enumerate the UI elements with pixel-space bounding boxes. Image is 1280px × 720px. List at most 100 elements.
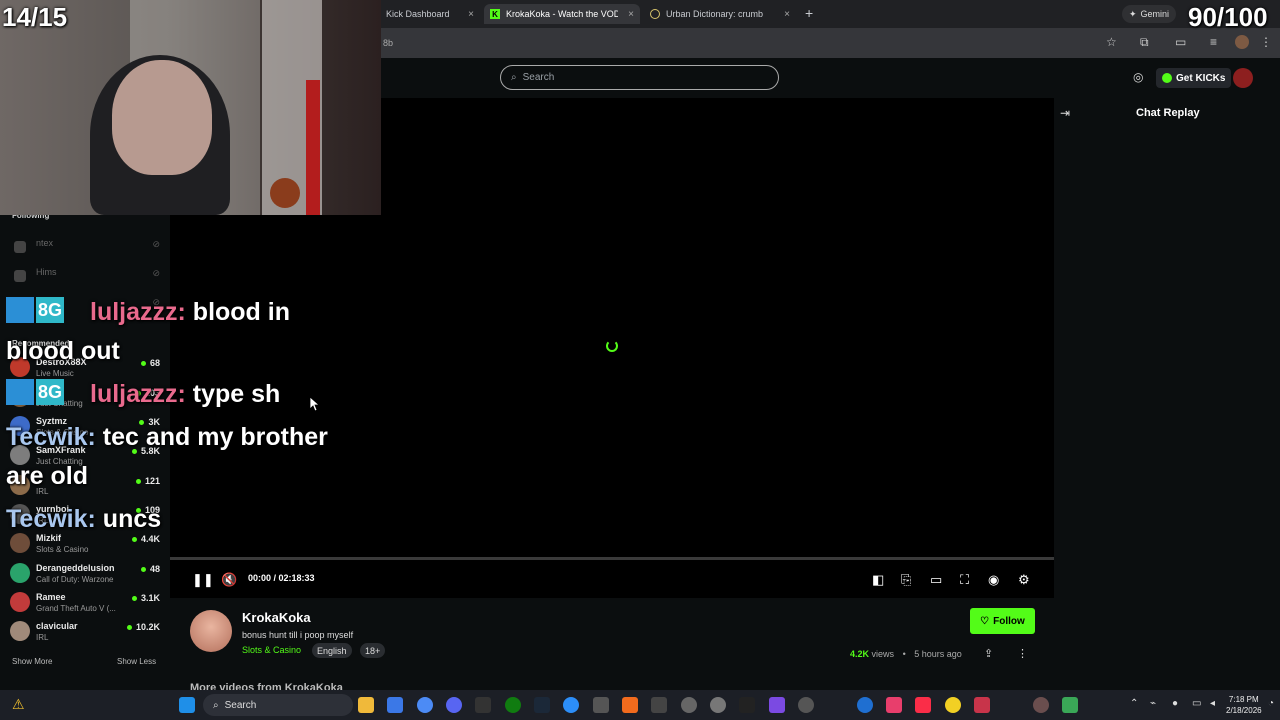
profile-avatar[interactable] xyxy=(1235,35,1249,49)
app-icon[interactable] xyxy=(651,697,667,713)
timecode: 00:00 / 02:18:33 xyxy=(248,573,315,583)
chat-text: type sh xyxy=(192,380,281,408)
tag-language[interactable]: English xyxy=(312,643,352,658)
clock-date: 2/18/2026 xyxy=(1226,706,1262,715)
share-icon[interactable]: ⇪ xyxy=(984,647,993,660)
menu-kebab-icon[interactable]: ⋮ xyxy=(1260,35,1272,49)
app-icon[interactable] xyxy=(563,697,579,713)
playback-speed-icon[interactable]: ◉ xyxy=(988,572,999,588)
network-icon[interactable]: ⌁ xyxy=(1150,698,1156,709)
get-kicks-button[interactable]: Get KICKs xyxy=(1156,68,1232,88)
close-icon[interactable]: × xyxy=(468,9,474,20)
chat-username: Tecwik: xyxy=(6,423,96,451)
channel-category: Call of Duty: Warzone xyxy=(36,575,114,584)
chat-text: blood in xyxy=(192,298,290,326)
search-input[interactable]: ⌕ Search xyxy=(500,65,779,90)
viewer-count: 3.1K xyxy=(132,593,160,603)
sidebar-item-hims[interactable]: Hims ⊘ xyxy=(10,264,160,292)
chat-message: luljazzz: type sh xyxy=(90,380,280,409)
gemini-button[interactable]: ✦ Gemini xyxy=(1122,5,1177,23)
more-options-icon[interactable]: ⋮ xyxy=(1017,647,1028,660)
app-icon[interactable] xyxy=(769,697,785,713)
volume-icon[interactable]: ◂ xyxy=(1210,698,1215,709)
chrome-icon[interactable] xyxy=(417,697,433,713)
sidebar-item-mizkif[interactable]: Mizkif Slots & Casino 4.4K xyxy=(10,531,160,559)
mini-player-icon[interactable]: ◧ xyxy=(872,572,884,588)
tab-krokakoka-vod[interactable]: K KrokaKoka - Watch the VOD on × xyxy=(484,4,640,24)
sidebar-item-clavicular[interactable]: clavicular IRL 10.2K xyxy=(10,619,160,647)
clip-icon[interactable]: ⎘ xyxy=(901,572,911,588)
music-icon[interactable] xyxy=(915,697,931,713)
app-icon[interactable] xyxy=(945,697,961,713)
file-explorer-icon[interactable] xyxy=(358,697,374,713)
new-tab-button[interactable]: + xyxy=(805,5,813,21)
tab-label: Kick Dashboard xyxy=(386,9,450,19)
views-meta: 4.2K views • 5 hours ago xyxy=(850,649,962,659)
chat-text: are old xyxy=(6,462,88,490)
notification-bell-icon[interactable]: ◔ xyxy=(1268,698,1274,709)
channel-name: Derangeddelusion xyxy=(36,563,115,573)
store-icon[interactable] xyxy=(387,697,403,713)
category-link[interactable]: Slots & Casino xyxy=(242,645,301,655)
close-icon[interactable]: × xyxy=(784,9,790,20)
viewer-count: 48 xyxy=(141,564,160,574)
tab-label: KrokaKoka - Watch the VOD on xyxy=(506,9,618,19)
tab-urban-dictionary[interactable]: Urban Dictionary: crumb × xyxy=(644,4,796,24)
app-icon[interactable] xyxy=(739,697,755,713)
cast-icon[interactable]: ▭ xyxy=(1175,35,1186,49)
badge-icon xyxy=(6,297,34,323)
mute-icon[interactable]: 🔇 xyxy=(221,572,237,588)
chat-text: tec and my brother xyxy=(102,423,328,451)
tag-mature[interactable]: 18+ xyxy=(360,643,386,658)
streamer-avatar[interactable] xyxy=(190,610,232,652)
system-clock[interactable]: 7:18 PM 2/18/2026 xyxy=(1226,694,1262,716)
tab-kick-dashboard[interactable]: Kick Dashboard × xyxy=(380,4,480,24)
theater-mode-icon[interactable]: ▭ xyxy=(930,572,942,588)
background-basketball xyxy=(270,178,300,208)
player-controls: ❚❚ 🔇 00:00 / 02:18:33 ◧ ⎘ ▭ ⛶ ◉ ⚙ xyxy=(170,560,1054,598)
follow-button[interactable]: ♡ Follow xyxy=(970,608,1035,634)
xbox-icon[interactable] xyxy=(505,697,521,713)
url-text[interactable]: 8b xyxy=(383,38,393,48)
discord-icon[interactable] xyxy=(446,697,462,713)
app-icon[interactable] xyxy=(1033,697,1049,713)
app-icon[interactable] xyxy=(1062,697,1078,713)
stream-title: bonus hunt till i poop myself xyxy=(242,630,354,640)
sidebar-item-ntex[interactable]: ntex ⊘ xyxy=(10,235,160,263)
streamer-name[interactable]: KrokaKoka xyxy=(242,610,311,625)
collapse-chat-icon[interactable]: ⇥ xyxy=(1060,106,1070,120)
badge-8g: 8G xyxy=(36,297,64,323)
sidebar-item-ramee[interactable]: Ramee Grand Theft Auto V (... 3.1K xyxy=(10,590,160,618)
avatar xyxy=(10,533,30,553)
app-icon[interactable] xyxy=(710,697,726,713)
heart-icon: ♡ xyxy=(980,615,990,627)
app-icon[interactable] xyxy=(857,697,873,713)
app-icon[interactable] xyxy=(798,697,814,713)
fullscreen-icon[interactable]: ⛶ xyxy=(960,572,969,588)
user-avatar[interactable] xyxy=(1233,68,1253,88)
app-icon[interactable] xyxy=(593,697,609,713)
tray-chevron-icon[interactable]: ⌃ xyxy=(1130,698,1138,709)
bookmark-star-icon[interactable]: ☆ xyxy=(1106,35,1117,49)
settings-gear-icon[interactable]: ⚙ xyxy=(1018,572,1030,588)
notifications-icon[interactable]: ◎ xyxy=(1133,70,1143,84)
extensions-icon[interactable]: ⧉ xyxy=(1140,35,1149,50)
obs-icon[interactable] xyxy=(681,697,697,713)
windows-taskbar: ⚠ ⌕ Search ⌃ ⌁ ● ▭ ◂ 7:18 PM 2/18/2026 ◔ xyxy=(0,690,1280,720)
app-icon[interactable] xyxy=(974,697,990,713)
show-more-link[interactable]: Show More xyxy=(12,657,52,666)
steam-icon[interactable] xyxy=(534,697,550,713)
windows-start-icon[interactable] xyxy=(179,697,195,713)
app-icon[interactable] xyxy=(622,697,638,713)
show-less-link[interactable]: Show Less xyxy=(117,657,156,666)
sidebar-item-derangeddelusion[interactable]: Derangeddelusion Call of Duty: Warzone 4… xyxy=(10,561,160,589)
display-icon[interactable]: ▭ xyxy=(1192,698,1201,709)
microphone-icon[interactable]: ● xyxy=(1172,698,1178,709)
reading-list-icon[interactable]: ≡ xyxy=(1210,35,1217,49)
taskbar-search[interactable]: ⌕ Search xyxy=(203,694,353,716)
close-icon[interactable]: × xyxy=(628,9,634,20)
warning-icon[interactable]: ⚠ xyxy=(12,696,25,713)
epic-games-icon[interactable] xyxy=(475,697,491,713)
app-icon[interactable] xyxy=(886,697,902,713)
pause-button[interactable]: ❚❚ xyxy=(192,572,214,588)
